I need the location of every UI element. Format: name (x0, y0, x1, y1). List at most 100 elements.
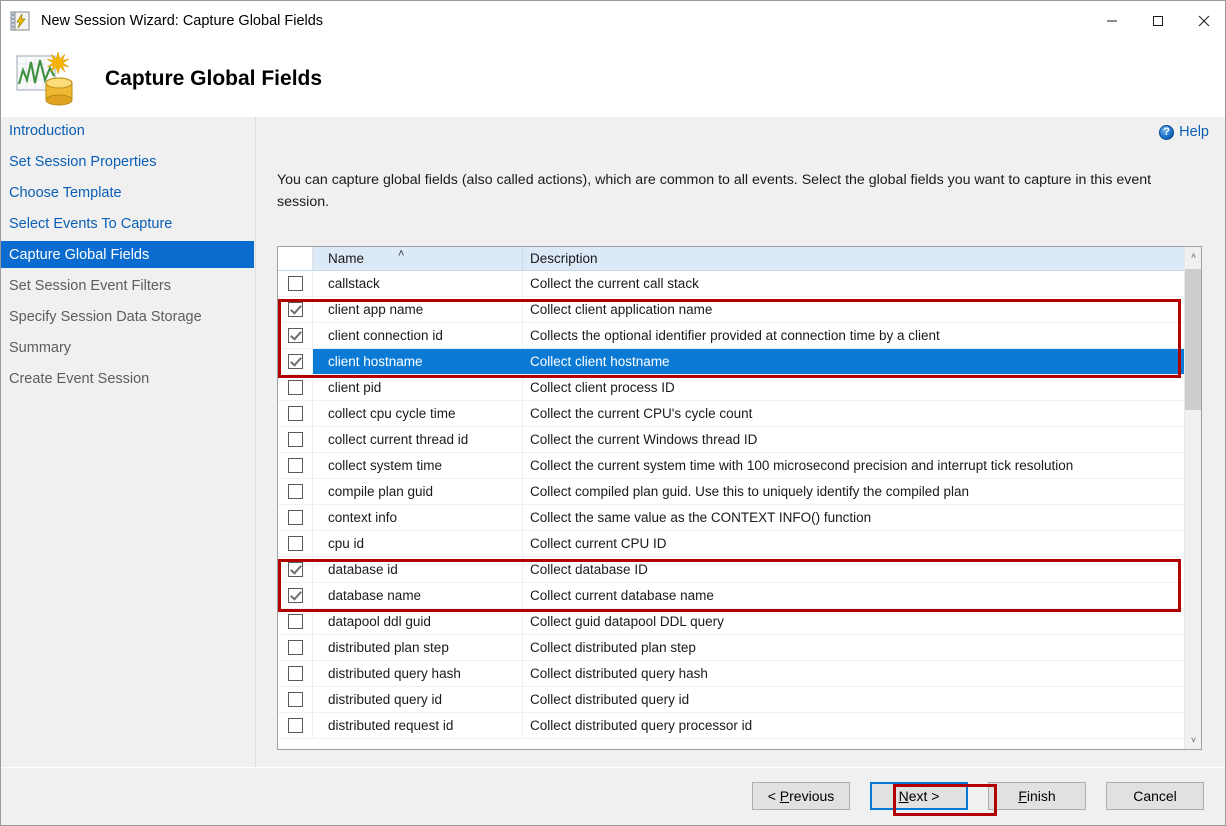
previous-button[interactable]: < Previous (752, 782, 850, 810)
table-row[interactable]: client hostnameCollect client hostname (278, 349, 1201, 375)
table-row[interactable]: context infoCollect the same value as th… (278, 505, 1201, 531)
table-row[interactable]: cpu idCollect current CPU ID (278, 531, 1201, 557)
row-checkbox-cell (278, 271, 313, 296)
finish-button-label: Finish (1018, 788, 1055, 804)
grid-column-header-name[interactable]: Name ˄ (313, 247, 523, 270)
table-row[interactable]: distributed request idCollect distribute… (278, 713, 1201, 739)
sidebar-item-label: Set Session Properties (9, 154, 157, 170)
row-checkbox[interactable] (288, 354, 303, 369)
table-row[interactable]: database idCollect database ID (278, 557, 1201, 583)
row-checkbox[interactable] (288, 510, 303, 525)
table-row[interactable]: collect cpu cycle timeCollect the curren… (278, 401, 1201, 427)
row-checkbox[interactable] (288, 614, 303, 629)
wizard-buttons: < Previous Next > Finish Cancel (752, 782, 1204, 810)
row-description-cell: Collect current CPU ID (523, 531, 1201, 556)
row-description-cell: Collect distributed query id (523, 687, 1201, 712)
sidebar-item-set-session-properties[interactable]: Set Session Properties (1, 148, 254, 175)
row-checkbox-cell (278, 609, 313, 634)
row-checkbox-cell (278, 661, 313, 686)
sidebar-item-capture-global-fields[interactable]: Capture Global Fields (1, 241, 254, 268)
row-checkbox-cell (278, 349, 313, 374)
help-label: Help (1179, 124, 1209, 140)
row-checkbox[interactable] (288, 302, 303, 317)
table-row[interactable]: collect system timeCollect the current s… (278, 453, 1201, 479)
grid-vertical-scrollbar[interactable]: ˄ ˅ (1184, 247, 1201, 749)
row-name-cell: client hostname (313, 349, 523, 374)
row-checkbox[interactable] (288, 406, 303, 421)
row-name-cell: collect cpu cycle time (313, 401, 523, 426)
row-description-cell: Collect the current Windows thread ID (523, 427, 1201, 452)
table-row[interactable]: collect current thread idCollect the cur… (278, 427, 1201, 453)
row-description-cell: Collect distributed query processor id (523, 713, 1201, 738)
table-row[interactable]: distributed query idCollect distributed … (278, 687, 1201, 713)
table-row[interactable]: database nameCollect current database na… (278, 583, 1201, 609)
row-checkbox-cell (278, 479, 313, 504)
row-name-cell: collect system time (313, 453, 523, 478)
table-row[interactable]: datapool ddl guidCollect guid datapool D… (278, 609, 1201, 635)
sidebar-item-label: Summary (9, 340, 71, 356)
sidebar-item-label: Capture Global Fields (9, 247, 149, 263)
session-wizard-icon (10, 11, 32, 31)
table-row[interactable]: distributed plan stepCollect distributed… (278, 635, 1201, 661)
row-name-cell: client connection id (313, 323, 523, 348)
sidebar-spacer (1, 392, 254, 396)
next-button[interactable]: Next > (870, 782, 968, 810)
row-checkbox[interactable] (288, 458, 303, 473)
row-name-cell: callstack (313, 271, 523, 296)
sidebar-item-label: Set Session Event Filters (9, 278, 171, 294)
grid-column-header-name-label: Name (328, 251, 364, 266)
row-checkbox[interactable] (288, 562, 303, 577)
row-checkbox[interactable] (288, 432, 303, 447)
cancel-button[interactable]: Cancel (1106, 782, 1204, 810)
table-row[interactable]: client app nameCollect client applicatio… (278, 297, 1201, 323)
row-description-cell: Collect guid datapool DDL query (523, 609, 1201, 634)
sidebar-item-summary: Summary (1, 334, 254, 361)
row-checkbox-cell (278, 583, 313, 608)
row-checkbox[interactable] (288, 640, 303, 655)
row-checkbox[interactable] (288, 692, 303, 707)
table-row[interactable]: client connection idCollects the optiona… (278, 323, 1201, 349)
row-checkbox[interactable] (288, 276, 303, 291)
sidebar-item-select-events-to-capture[interactable]: Select Events To Capture (1, 210, 254, 237)
maximize-button[interactable] (1135, 1, 1181, 41)
row-checkbox-cell (278, 297, 313, 322)
row-checkbox[interactable] (288, 328, 303, 343)
table-row[interactable]: compile plan guidCollect compiled plan g… (278, 479, 1201, 505)
row-name-cell: distributed request id (313, 713, 523, 738)
row-checkbox[interactable] (288, 588, 303, 603)
grid-column-header-description[interactable]: Description (523, 247, 1201, 270)
table-row[interactable]: client pidCollect client process ID (278, 375, 1201, 401)
scrollbar-thumb[interactable] (1185, 269, 1202, 410)
row-checkbox[interactable] (288, 666, 303, 681)
minimize-button[interactable] (1089, 1, 1135, 41)
sidebar-item-label: Choose Template (9, 185, 122, 201)
row-name-cell: database id (313, 557, 523, 582)
row-name-cell: datapool ddl guid (313, 609, 523, 634)
sidebar-item-set-session-event-filters: Set Session Event Filters (1, 272, 254, 299)
body-area: Introduction Set Session Properties Choose… (1, 117, 1225, 826)
row-checkbox[interactable] (288, 718, 303, 733)
grid-column-header-description-label: Description (530, 251, 598, 266)
previous-button-label: < Previous (768, 788, 835, 804)
scroll-up-arrow-icon[interactable]: ˄ (1185, 247, 1202, 265)
sidebar-item-choose-template[interactable]: Choose Template (1, 179, 254, 206)
row-name-cell: collect current thread id (313, 427, 523, 452)
row-checkbox[interactable] (288, 380, 303, 395)
row-checkbox[interactable] (288, 484, 303, 499)
sidebar-item-specify-session-data-storage: Specify Session Data Storage (1, 303, 254, 330)
row-description-cell: Collect compiled plan guid. Use this to … (523, 479, 1201, 504)
row-description-cell: Collect current database name (523, 583, 1201, 608)
sidebar-item-introduction[interactable]: Introduction (1, 117, 254, 144)
row-name-cell: distributed query id (313, 687, 523, 712)
finish-button[interactable]: Finish (988, 782, 1086, 810)
cancel-button-label: Cancel (1133, 788, 1177, 804)
row-name-cell: cpu id (313, 531, 523, 556)
row-checkbox[interactable] (288, 536, 303, 551)
help-link[interactable]: ? Help (1159, 124, 1209, 140)
close-button[interactable] (1181, 1, 1226, 41)
row-description-cell: Collect the current CPU's cycle count (523, 401, 1201, 426)
table-row[interactable]: distributed query hashCollect distribute… (278, 661, 1201, 687)
row-description-cell: Collect distributed query hash (523, 661, 1201, 686)
table-row[interactable]: callstackCollect the current call stack (278, 271, 1201, 297)
scroll-down-arrow-icon[interactable]: ˅ (1185, 731, 1202, 749)
